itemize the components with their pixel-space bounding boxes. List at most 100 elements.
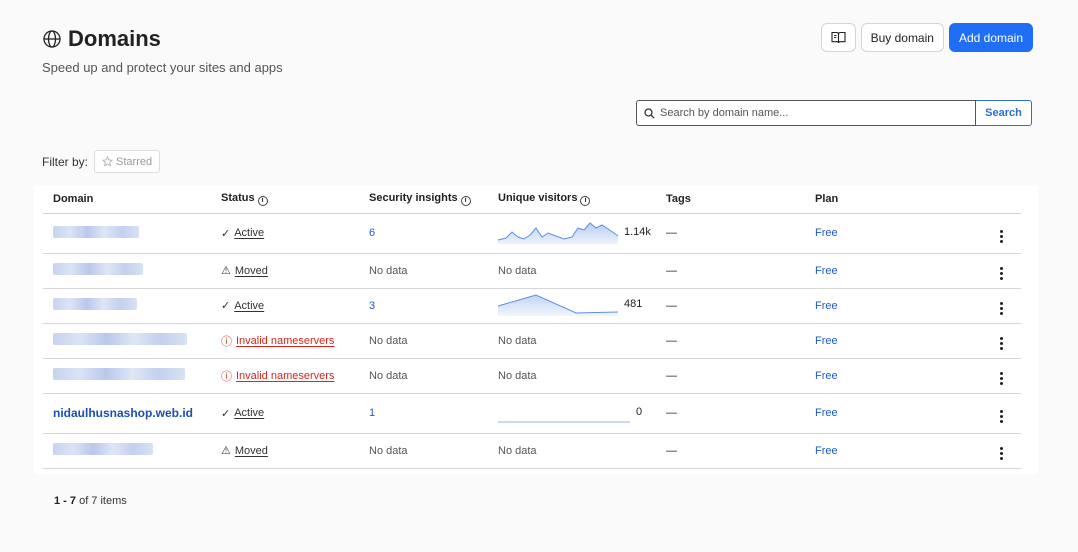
sparkline-chart — [498, 421, 630, 422]
check-icon: ✓ — [221, 407, 231, 420]
warning-icon: ⚠ — [221, 445, 231, 457]
domains-table-container: Domain Status i Security insights i Unique… — [34, 186, 1038, 474]
search-bar: Search — [636, 100, 1032, 126]
sparkline-chart — [498, 221, 618, 244]
plan-link[interactable]: Free — [815, 445, 838, 457]
search-field[interactable] — [636, 100, 976, 126]
page-header: Domains Speed up and protect your sites … — [42, 26, 283, 75]
add-domain-button[interactable]: Add domain — [948, 23, 1033, 52]
redacted-domain[interactable] — [53, 443, 153, 455]
table-row[interactable]: ⚠ Moved No data No data — Free — [43, 253, 1021, 289]
more-options-icon[interactable] — [995, 302, 1007, 315]
buy-domain-button[interactable]: Buy domain — [860, 23, 944, 52]
visitors-value: 481 — [624, 298, 643, 310]
security-insights-link[interactable]: 6 — [369, 227, 375, 239]
tags-empty: — — [666, 369, 677, 382]
info-icon[interactable]: i — [460, 196, 471, 207]
tags-empty: — — [666, 444, 677, 457]
table-row[interactable]: ✓ Active 6 1.14k — Free — [43, 213, 1021, 254]
security-insights-link[interactable]: 1 — [369, 407, 375, 419]
redacted-domain[interactable] — [53, 368, 185, 380]
col-visitors-label: Unique visitors — [498, 192, 578, 205]
page-title: Domains — [68, 26, 161, 51]
redacted-domain[interactable] — [53, 333, 187, 345]
more-options-icon[interactable] — [995, 337, 1007, 350]
status-moved[interactable]: ⚠ Moved — [221, 264, 268, 278]
security-nodata: No data — [369, 444, 408, 457]
security-insights-link[interactable]: 3 — [369, 300, 375, 312]
table-row[interactable]: ✓ Active 3 481 — Free — [43, 288, 1021, 324]
visitors-nodata: No data — [498, 369, 537, 382]
col-actions — [985, 186, 1021, 214]
plan-link[interactable]: Free — [815, 335, 838, 347]
status-active[interactable]: ✓ Active — [221, 299, 265, 313]
plan-link[interactable]: Free — [815, 407, 838, 419]
plan-link[interactable]: Free — [815, 227, 838, 239]
status-label: Moved — [234, 264, 268, 277]
page-subtitle: Speed up and protect your sites and apps — [42, 60, 283, 75]
domains-table: Domain Status i Security insights i Unique… — [43, 186, 1021, 469]
status-label: Invalid nameservers — [236, 369, 335, 382]
more-options-icon[interactable] — [995, 267, 1007, 280]
col-status-label: Status — [221, 192, 255, 205]
visitors-nodata: No data — [498, 264, 537, 277]
status-invalid-nameservers[interactable]: ⓘ Invalid nameservers — [221, 368, 334, 384]
table-row[interactable]: ⓘ Invalid nameservers No data No data — F… — [43, 323, 1021, 359]
visitors-value: 0 — [636, 405, 643, 418]
alert-circle-icon: ⓘ — [221, 370, 232, 383]
more-options-icon[interactable] — [995, 447, 1007, 460]
starred-filter-chip[interactable]: Starred — [94, 150, 161, 173]
security-nodata: No data — [369, 334, 408, 347]
docs-button[interactable] — [820, 23, 856, 52]
starred-label: Starred — [116, 155, 153, 168]
security-nodata: No data — [369, 264, 408, 277]
col-tags: Tags — [656, 186, 805, 214]
status-label: Active — [234, 299, 265, 312]
col-security[interactable]: Security insights i — [359, 186, 488, 214]
domain-link[interactable]: nidaulhusnashop.web.id — [53, 406, 193, 420]
more-options-icon[interactable] — [995, 409, 1007, 423]
search-input[interactable] — [660, 107, 960, 119]
check-icon: ✓ — [221, 227, 231, 240]
tags-empty: — — [666, 227, 677, 239]
plan-link[interactable]: Free — [815, 370, 838, 382]
col-domain[interactable]: Domain — [43, 186, 211, 214]
visitors-sparkline: 1.14k — [498, 220, 651, 244]
plan-link[interactable]: Free — [815, 265, 838, 277]
globe-icon — [43, 30, 61, 48]
check-icon: ✓ — [221, 300, 231, 312]
warning-icon: ⚠ — [221, 265, 231, 277]
visitors-nodata: No data — [498, 444, 537, 457]
status-active[interactable]: ✓ Active — [221, 227, 264, 240]
sparkline-chart — [498, 294, 618, 316]
info-icon[interactable]: i — [257, 196, 268, 207]
table-row[interactable]: ⓘ Invalid nameservers No data No data — F… — [43, 358, 1021, 394]
status-invalid-nameservers[interactable]: ⓘ Invalid nameservers — [221, 333, 334, 349]
col-status[interactable]: Status i — [211, 186, 359, 214]
redacted-domain[interactable] — [53, 298, 137, 310]
search-button[interactable]: Search — [976, 100, 1032, 126]
filter-bar: Filter by: Starred — [42, 150, 161, 173]
table-row[interactable]: ⚠ Moved No data No data — Free — [43, 433, 1021, 469]
pagination-summary: 1 - 7 of 7 items — [54, 495, 127, 507]
status-active[interactable]: ✓ Active — [221, 407, 264, 420]
info-icon[interactable]: i — [580, 196, 591, 207]
more-options-icon[interactable] — [995, 229, 1007, 243]
status-moved[interactable]: ⚠ Moved — [221, 444, 268, 458]
security-nodata: No data — [369, 369, 408, 382]
book-icon — [831, 31, 846, 44]
col-visitors[interactable]: Unique visitors i — [488, 186, 656, 214]
table-row[interactable]: nidaulhusnashop.web.id ✓ Active 1 0 — Fre… — [43, 393, 1021, 434]
pagination-total: of 7 items — [79, 495, 127, 507]
redacted-domain[interactable] — [53, 225, 139, 238]
col-security-label: Security insights — [369, 192, 458, 205]
plan-link[interactable]: Free — [815, 300, 838, 312]
status-label: Active — [234, 227, 265, 239]
tags-empty: — — [666, 264, 677, 277]
search-icon — [644, 107, 655, 119]
redacted-domain[interactable] — [53, 263, 143, 275]
status-label: Moved — [234, 444, 268, 457]
more-options-icon[interactable] — [995, 372, 1007, 385]
visitors-sparkline: 0 — [498, 400, 642, 424]
visitors-value: 1.14k — [624, 225, 651, 238]
